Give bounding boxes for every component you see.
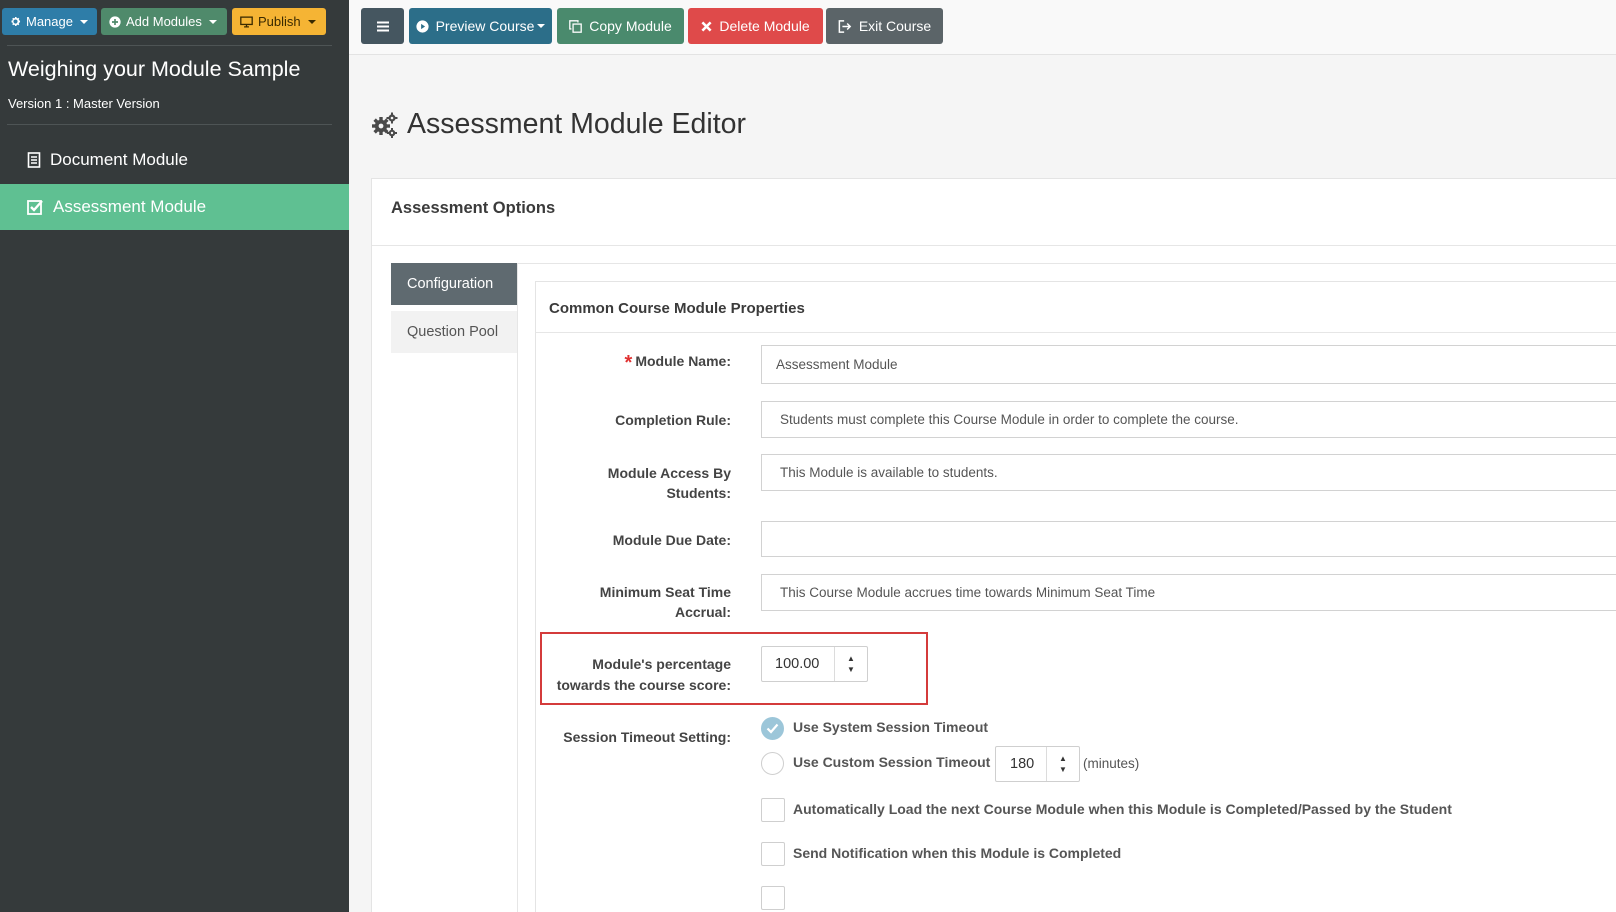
sign-out-icon (838, 19, 852, 33)
add-modules-button[interactable]: Add Modules (101, 8, 227, 35)
system-timeout-radio[interactable] (761, 717, 784, 740)
custom-timeout-label[interactable]: Use Custom Session Timeout (793, 754, 990, 770)
properties-heading: Common Course Module Properties (549, 300, 805, 317)
module-name-label-text: Module Name: (635, 353, 731, 369)
document-icon (27, 152, 41, 168)
page-title: Assessment Module Editor (371, 108, 746, 141)
assessment-options-panel: Assessment Options Configuration Questio… (371, 178, 1616, 912)
percentage-value[interactable]: 100.00 (762, 647, 834, 681)
increment-icon[interactable]: ▲ (1059, 754, 1067, 763)
module-access-select[interactable]: This Module is available to students. (761, 454, 1616, 491)
next-option-checkbox[interactable] (761, 886, 785, 910)
course-title: Weighing your Module Sample (8, 57, 301, 81)
sidebar-item-label: Assessment Module (53, 197, 207, 216)
seat-time-label: Minimum Seat Time Accrual: (536, 582, 731, 624)
tab-question-pool[interactable]: Question Pool (391, 311, 517, 353)
publish-label: Publish (258, 14, 301, 29)
divider (7, 124, 332, 125)
play-circle-icon (415, 19, 429, 33)
decrement-icon[interactable]: ▼ (1059, 765, 1067, 774)
checked-box-icon (27, 199, 43, 215)
completion-rule-label: Completion Rule: (536, 410, 731, 432)
percentage-stepper[interactable]: 100.00 ▲ ▼ (761, 646, 868, 682)
preview-course-button[interactable]: Preview Course (409, 8, 552, 44)
check-icon (766, 723, 779, 734)
hamburger-icon (376, 21, 389, 31)
exit-course-label: Exit Course (858, 18, 932, 34)
course-version: Version 1 : Master Version (8, 96, 160, 111)
auto-load-checkbox[interactable] (761, 798, 785, 822)
toolbar: Preview Course Copy Module Delete Module… (349, 0, 1616, 55)
plus-circle-icon (109, 15, 121, 28)
session-timeout-label: Session Timeout Setting: (536, 727, 731, 749)
caret-down-icon (208, 19, 217, 24)
delete-module-label: Delete Module (719, 18, 810, 34)
custom-timeout-value[interactable]: 180 (996, 747, 1046, 781)
copy-module-label: Copy Module (589, 18, 672, 34)
auto-load-label[interactable]: Automatically Load the next Course Modul… (793, 801, 1452, 817)
module-access-label-line1: Module Access By (607, 465, 731, 481)
seat-time-label-line1: Minimum Seat Time (599, 584, 731, 600)
sidebar-item-assessment-module[interactable]: Assessment Module (0, 184, 349, 230)
sidebar-item-document-module[interactable]: Document Module (0, 137, 349, 183)
seat-time-select[interactable]: This Course Module accrues time towards … (761, 574, 1616, 611)
stepper-arrows[interactable]: ▲ ▼ (834, 647, 867, 681)
module-name-input[interactable]: Assessment Module (761, 345, 1616, 384)
session-timeout-label-text: Session Timeout Setting: (563, 729, 731, 745)
module-access-label: Module Access By Students: (536, 463, 731, 505)
gear-icon (11, 17, 21, 26)
module-name-label: * Module Name: (536, 351, 731, 374)
page-title-text: Assessment Module Editor (407, 108, 746, 140)
manage-label: Manage (26, 14, 73, 29)
menu-toggle-button[interactable] (361, 8, 404, 44)
module-due-date-label-text: Module Due Date: (612, 532, 731, 548)
send-notification-label[interactable]: Send Notification when this Module is Co… (793, 845, 1121, 861)
exit-course-button[interactable]: Exit Course (826, 8, 943, 44)
panel-heading: Assessment Options (391, 199, 556, 217)
publish-icon (240, 15, 253, 28)
completion-rule-select[interactable]: Students must complete this Course Modul… (761, 401, 1616, 438)
publish-button[interactable]: Publish (232, 8, 326, 35)
divider (536, 332, 1616, 333)
percentage-label-line2: towards the course score: (556, 677, 731, 693)
increment-icon[interactable]: ▲ (847, 654, 855, 663)
completion-rule-label-text: Completion Rule: (615, 412, 731, 428)
copy-module-button[interactable]: Copy Module (557, 8, 684, 44)
manage-button[interactable]: Manage (2, 8, 97, 35)
delete-module-button[interactable]: Delete Module (688, 8, 823, 44)
minutes-unit: (minutes) (1083, 756, 1140, 771)
caret-down-icon (79, 19, 88, 24)
module-due-date-input[interactable] (761, 521, 1616, 557)
module-due-date-label: Module Due Date: (536, 530, 731, 552)
sidebar: Manage Add Modules Publish Weighing your… (0, 0, 349, 912)
custom-timeout-radio[interactable] (761, 752, 784, 775)
module-access-label-line2: Students: (666, 485, 731, 501)
caret-down-icon (537, 24, 546, 28)
percentage-label-line1: Module's percentage (592, 656, 731, 672)
seat-time-label-line2: Accrual: (674, 604, 731, 620)
preview-course-label: Preview Course (435, 18, 535, 34)
required-icon: * (624, 352, 633, 374)
stepper-arrows[interactable]: ▲ ▼ (1046, 747, 1079, 781)
tab-configuration[interactable]: Configuration (391, 263, 517, 305)
gears-icon (372, 112, 398, 138)
send-notification-checkbox[interactable] (761, 842, 785, 866)
close-icon (701, 20, 712, 32)
system-timeout-label[interactable]: Use System Session Timeout (793, 719, 988, 735)
add-modules-label: Add Modules (126, 14, 202, 29)
caret-down-icon (307, 19, 316, 24)
sidebar-item-label: Document Module (50, 150, 188, 169)
percentage-label: Module's percentage towards the course s… (536, 654, 731, 696)
copy-icon (569, 19, 583, 33)
divider (7, 45, 332, 46)
common-properties-panel: Common Course Module Properties * Module … (535, 281, 1616, 912)
divider (372, 245, 1616, 246)
decrement-icon[interactable]: ▼ (847, 665, 855, 674)
custom-timeout-stepper[interactable]: 180 ▲ ▼ (995, 746, 1080, 782)
